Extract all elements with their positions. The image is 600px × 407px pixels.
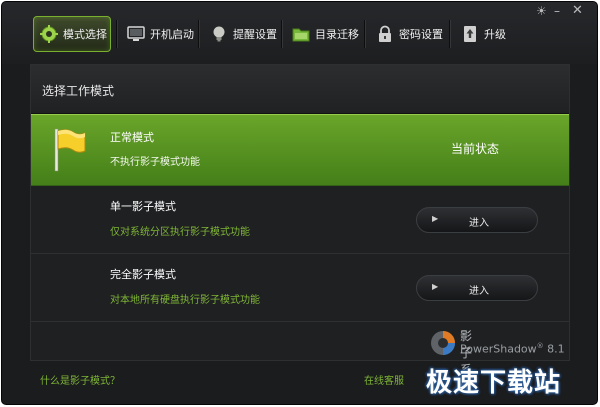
menu-icon[interactable]: ☀ [536,5,547,17]
online-service-link[interactable]: 在线客服 [364,372,404,387]
mode-description: 不执行影子模式功能 [110,157,200,168]
enter-single-shadow-button[interactable]: ▶ 进入 [416,207,538,233]
mode-row-normal[interactable]: 正常模式 不执行影子模式功能 当前状态 [31,114,569,186]
mode-row-single-shadow: 单一影子模式 仅对系统分区执行影子模式功能 ▶ 进入 [31,186,569,254]
status-badge: 当前状态 [451,142,500,156]
tab-label: 模式选择 [63,28,107,41]
panel-header: 选择工作模式 [31,65,569,114]
toolbar: ☀ – ✕ 模式选择 开机启动 提醒设置 目录迁移 密码设置 升级 [2,2,597,64]
lightbulb-icon [210,25,228,43]
tab-password[interactable]: 密码设置 [376,16,443,52]
tab-startup[interactable]: 开机启动 [127,16,194,52]
button-label: 进入 [469,286,489,297]
lock-icon [376,25,394,43]
page-title: 选择工作模式 [42,84,115,98]
tab-label: 密码设置 [399,28,443,41]
mode-row-full-shadow: 完全影子模式 对本地所有硬盘执行影子模式功能 ▶ 进入 [31,254,569,322]
mode-title: 单一影子模式 [110,200,176,213]
close-button[interactable]: ✕ [572,4,583,17]
minimize-button[interactable]: – [554,5,560,17]
mode-description: 对本地所有硬盘执行影子模式功能 [110,295,260,306]
button-label: 进入 [469,218,489,229]
mode-title: 正常模式 [110,131,154,144]
gear-icon [40,25,58,43]
folder-icon [292,25,310,43]
monitor-icon [127,25,145,43]
tab-label: 目录迁移 [315,28,359,41]
tab-upgrade[interactable]: 升级 [461,16,506,52]
play-arrow-icon: ▶ [432,214,439,223]
shadow-logo-icon [431,331,455,355]
watermark: 极速下载站 [426,368,562,398]
tab-reminder[interactable]: 提醒设置 [210,16,277,52]
brand-name-en: PowerShadow® 8.1 [460,342,565,356]
tab-label: 升级 [484,28,506,41]
tab-mode-select[interactable]: 模式选择 [33,16,111,52]
app-window: ☀ – ✕ 模式选择 开机启动 提醒设置 目录迁移 密码设置 升级 选择工作模式… [1,1,598,405]
play-arrow-icon: ▶ [432,282,439,291]
mode-title: 完全影子模式 [110,268,176,281]
enter-full-shadow-button[interactable]: ▶ 进入 [416,275,538,301]
flag-icon [53,127,87,176]
tab-label: 开机启动 [150,28,194,41]
tab-directory-migration[interactable]: 目录迁移 [292,16,359,52]
help-link[interactable]: 什么是影子模式？ [40,372,120,387]
upgrade-icon [461,25,479,43]
mode-panel: 选择工作模式 正常模式 不执行影子模式功能 当前状态 单一影子模式 仅对系统分区… [30,64,570,394]
tab-label: 提醒设置 [233,28,277,41]
mode-description: 仅对系统分区执行影子模式功能 [110,227,250,238]
